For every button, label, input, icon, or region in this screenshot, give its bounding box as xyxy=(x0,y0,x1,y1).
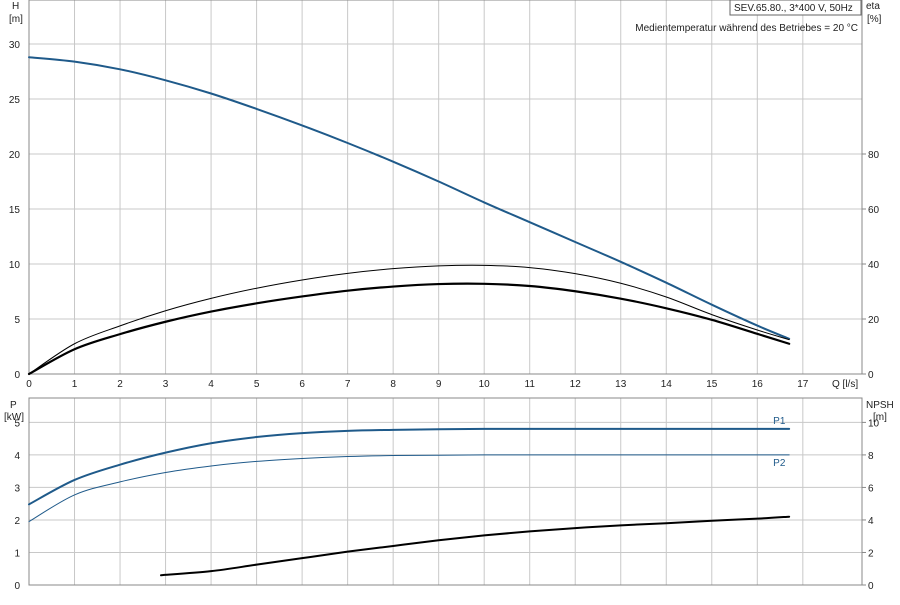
left-tick-label: 20 xyxy=(9,150,21,161)
right-tick-label: 8 xyxy=(868,451,874,462)
x-tick-label: 6 xyxy=(299,379,305,390)
top-panel: 0 1 2 3 4 5 6 7 8 9 10 11 12 13 14 15 16 17 051015202530 … xyxy=(9,0,882,390)
x-tick-label: 4 xyxy=(208,379,214,390)
right-tick-label: 60 xyxy=(868,205,880,216)
x-tick-label: 16 xyxy=(752,379,764,390)
x-tick-label: 7 xyxy=(345,379,351,390)
left-tick-label: 25 xyxy=(9,95,21,106)
x-tick-label: 2 xyxy=(117,379,123,390)
top-right-ticks: 0 20 40 60 80 xyxy=(862,150,880,381)
p-axis-name: P xyxy=(10,400,17,411)
pump-curve-chart: 0 1 2 3 4 5 6 7 8 9 10 11 12 13 14 15 16 17 0 5 10 15 20 25 30 … xyxy=(0,0,900,600)
x-tick-label: 0 xyxy=(26,379,32,390)
left-tick-label: 3 xyxy=(14,483,20,494)
bottom-series: P1 P2 xyxy=(28,416,791,577)
top-grid xyxy=(28,0,862,375)
top-plot-frame xyxy=(28,0,863,375)
x-tick-label: 17 xyxy=(797,379,809,390)
series-line-p1 xyxy=(28,427,791,506)
series-line-npsh xyxy=(160,515,791,577)
x-tick-label: 15 xyxy=(706,379,718,390)
series-label-p2: P2 xyxy=(773,458,786,469)
left-tick-label: 5 xyxy=(14,315,20,326)
right-tick-label: 4 xyxy=(868,516,874,527)
x-tick-label: 8 xyxy=(390,379,396,390)
left-tick-label: 10 xyxy=(9,260,21,271)
bottom-left-ticks: 012345 xyxy=(14,418,20,592)
bottom-right-ticks: 0246810 xyxy=(862,418,880,592)
series-line-p2 xyxy=(28,454,790,523)
x-tick-label: 3 xyxy=(163,379,169,390)
bottom-grid xyxy=(28,398,862,586)
x-tick-label: 10 xyxy=(479,379,491,390)
left-tick-label: 1 xyxy=(14,548,20,559)
top-left-ticks: 0 5 10 15 20 25 30 xyxy=(9,40,21,381)
x-tick-label: 11 xyxy=(525,379,536,390)
series-line-efficiency-thin xyxy=(28,264,790,375)
npsh-axis-unit: [m] xyxy=(873,412,887,423)
x-tick-label: 12 xyxy=(570,379,582,390)
temperature-note: Medientemperatur während des Betriebes =… xyxy=(635,23,858,34)
pump-label: SEV.65.80., 3*400 V, 50Hz xyxy=(734,3,853,14)
left-tick-label: 15 xyxy=(9,205,21,216)
left-tick-label: 2 xyxy=(14,516,20,527)
right-tick-label: 0 xyxy=(868,581,874,592)
left-tick-label: 4 xyxy=(14,451,20,462)
right-tick-label: 20 xyxy=(868,315,880,326)
left-tick-label: 0 xyxy=(14,581,20,592)
left-tick-label: 0 xyxy=(14,370,20,381)
eta-axis-name: eta xyxy=(866,1,880,12)
series-line-efficiency-bold xyxy=(27,282,791,376)
x-tick-label: 5 xyxy=(254,379,260,390)
top-series xyxy=(27,56,791,376)
x-tick-label: 1 xyxy=(72,379,78,390)
bottom-panel: 012345 0246810 P1P2 P [kW] NPSH [m] xyxy=(4,397,894,592)
x-tick-label: 14 xyxy=(661,379,673,390)
bottom-plot-frame xyxy=(28,397,863,586)
h-axis-unit: [m] xyxy=(9,14,23,25)
x-tick-label: 9 xyxy=(436,379,442,390)
right-tick-label: 2 xyxy=(868,548,874,559)
npsh-axis-name: NPSH xyxy=(866,400,894,411)
series-label-p1: P1 xyxy=(773,416,786,427)
left-tick-label: 30 xyxy=(9,40,21,51)
right-tick-label: 80 xyxy=(868,150,880,161)
h-axis-name: H xyxy=(12,1,19,12)
right-tick-label: 6 xyxy=(868,483,874,494)
top-x-ticks: 0 1 2 3 4 5 6 7 8 9 10 11 12 13 14 15 16 17 xyxy=(26,379,809,390)
right-tick-label: 0 xyxy=(868,370,874,381)
p-axis-unit: [kW] xyxy=(4,412,24,423)
q-axis-label: Q [l/s] xyxy=(832,379,858,390)
right-tick-label: 40 xyxy=(868,260,880,271)
eta-axis-unit: [%] xyxy=(867,14,882,25)
pump-curve-svg: 0 1 2 3 4 5 6 7 8 9 10 11 12 13 14 15 16 17 051015202530 … xyxy=(4,0,894,592)
x-tick-label: 13 xyxy=(615,379,627,390)
